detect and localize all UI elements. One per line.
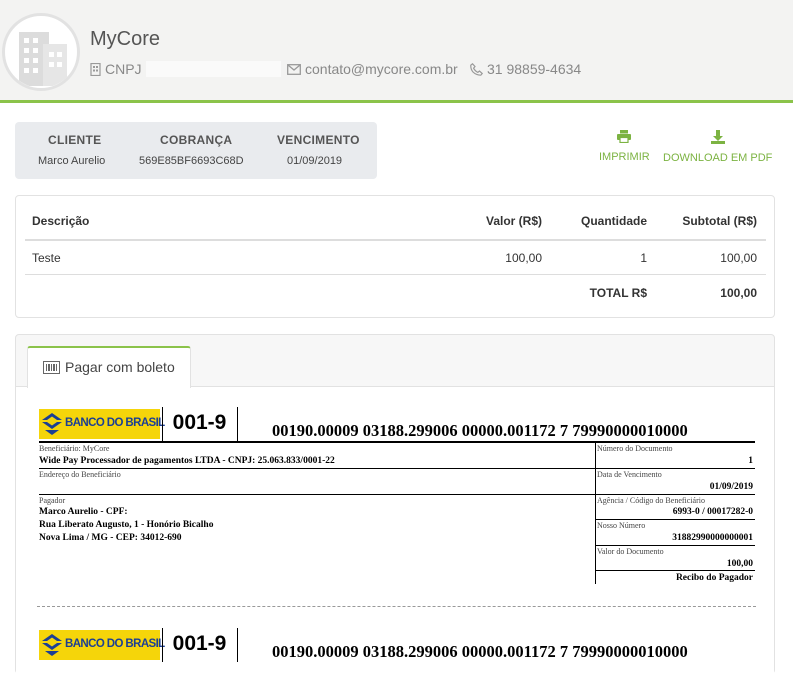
email-text: contato@mycore.com.br	[305, 61, 458, 77]
beneficiary-label: Beneficiário: MyCore	[39, 444, 110, 453]
beneficiary-value: Wide Pay Processador de pagamentos LTDA …	[39, 456, 335, 466]
client-label: CLIENTE	[48, 133, 102, 147]
bank-code-2: 001-9	[172, 632, 227, 655]
bank-name: BANCO DO BRASIL	[65, 417, 165, 429]
rule-r2	[595, 494, 755, 495]
due-date-label: Data de Vencimento	[597, 470, 662, 479]
boleto-container: BANCO DO BRASIL 001-9 00190.00009 03188.…	[16, 386, 774, 676]
rule-r1	[595, 468, 755, 469]
bank-logo-2: BANCO DO BRASIL	[39, 630, 165, 660]
our-number-value: 31882990000000001	[672, 533, 753, 543]
doc-number-value: 1	[748, 456, 753, 466]
phone-link[interactable]: 31 98859-4634	[470, 61, 581, 77]
doc-number-label: Número do Documento	[597, 444, 673, 453]
rule-1	[39, 468, 595, 469]
payment-panel: BANCO DO BRASIL 001-9 00190.00009 03188.…	[15, 334, 775, 676]
row-subtotal: 100,00	[720, 251, 757, 265]
charge-value: 569E85BF6693C68D	[139, 155, 244, 167]
total-label: TOTAL R$	[589, 286, 647, 300]
doc-value-value: 100,00	[726, 559, 753, 569]
row-divider	[25, 274, 766, 275]
row-value: 100,00	[505, 251, 542, 265]
client-value: Marco Aurelio	[38, 155, 106, 167]
bank-code-divider-right-2	[237, 628, 238, 662]
print-label: IMPRIMIR	[599, 151, 650, 163]
due-value: 01/09/2019	[287, 155, 343, 167]
doc-value-label: Valor do Documento	[597, 547, 664, 556]
bank-logo: BANCO DO BRASIL	[39, 409, 165, 439]
agency-value: 6993-0 / 00017282-0	[672, 507, 753, 517]
download-pdf-button[interactable]: DOWNLOAD EM PDF	[663, 130, 772, 164]
right-column-divider	[595, 441, 596, 584]
receipt-label: Recibo do Pagador	[675, 573, 753, 583]
col-description: Descrição	[32, 214, 90, 228]
digitable-line[interactable]: 00190.00009 03188.299006 00000.001172 7 …	[272, 421, 688, 441]
boleto-top-rule	[39, 441, 755, 443]
cnpj-redacted	[145, 61, 281, 77]
tab-label: Pagar com boleto	[65, 359, 175, 375]
invoice-summary: CLIENTE Marco Aurelio COBRANÇA 569E85BF6…	[15, 122, 377, 179]
phone-text: 31 98859-4634	[487, 61, 582, 77]
phone-icon	[470, 62, 483, 76]
building-small-icon	[90, 62, 101, 76]
tab-pay-with-boleto[interactable]: Pagar com boleto	[27, 346, 191, 388]
beneficiary-address-label: Endereço do Beneficiário	[39, 470, 121, 479]
download-pdf-label: DOWNLOAD EM PDF	[663, 152, 773, 164]
barcode-icon	[43, 361, 60, 374]
payer-line-2: Rua Liberato Augusto, 1 - Honório Bicalh…	[39, 520, 214, 530]
total-value: 100,00	[720, 286, 757, 300]
cut-line	[37, 606, 756, 607]
our-number-label: Nosso Número	[597, 521, 646, 530]
bank-code: 001-9	[172, 411, 227, 434]
envelope-icon	[287, 63, 301, 75]
col-quantity: Quantidade	[580, 214, 647, 228]
download-icon	[710, 130, 725, 144]
building-icon	[19, 32, 67, 86]
company-name: MyCore	[90, 28, 161, 50]
col-value: Valor (R$)	[485, 214, 542, 228]
rule-2	[39, 494, 595, 495]
rule-r4	[595, 545, 755, 546]
items-table: Descrição Valor (R$) Quantidade Subtotal…	[15, 195, 775, 318]
row-quantity: 1	[640, 251, 647, 265]
company-logo	[2, 13, 80, 91]
digitable-line-2[interactable]: 00190.00009 03188.299006 00000.001172 7 …	[272, 642, 688, 662]
cnpj-info: CNPJ	[90, 61, 281, 77]
banco-do-brasil-icon	[42, 413, 62, 435]
col-subtotal: Subtotal (R$)	[682, 214, 757, 228]
bank-code-divider-right	[237, 407, 238, 441]
payer-line-3: Nova Lima / MG - CEP: 34012-690	[39, 533, 182, 543]
bank-name-2: BANCO DO BRASIL	[65, 638, 165, 650]
print-button[interactable]: IMPRIMIR	[599, 130, 650, 163]
agency-label: Agência / Código do Beneficiário	[597, 496, 705, 505]
rule-r3	[595, 519, 755, 520]
payer-line-1: Marco Aurelio - CPF:	[39, 507, 128, 517]
cnpj-label: CNPJ	[105, 61, 142, 77]
row-description: Teste	[32, 251, 61, 265]
printer-icon	[617, 130, 632, 143]
banco-do-brasil-icon	[42, 634, 62, 656]
company-header: MyCore CNPJ contato@mycore.com.br 31 988…	[0, 0, 793, 103]
header-divider	[25, 239, 766, 241]
payer-label: Pagador	[39, 496, 66, 505]
charge-label: COBRANÇA	[160, 133, 233, 147]
email-link[interactable]: contato@mycore.com.br	[287, 61, 458, 77]
due-label: VENCIMENTO	[277, 133, 360, 147]
rule-r5	[595, 570, 755, 571]
due-date-value: 01/09/2019	[709, 482, 753, 492]
